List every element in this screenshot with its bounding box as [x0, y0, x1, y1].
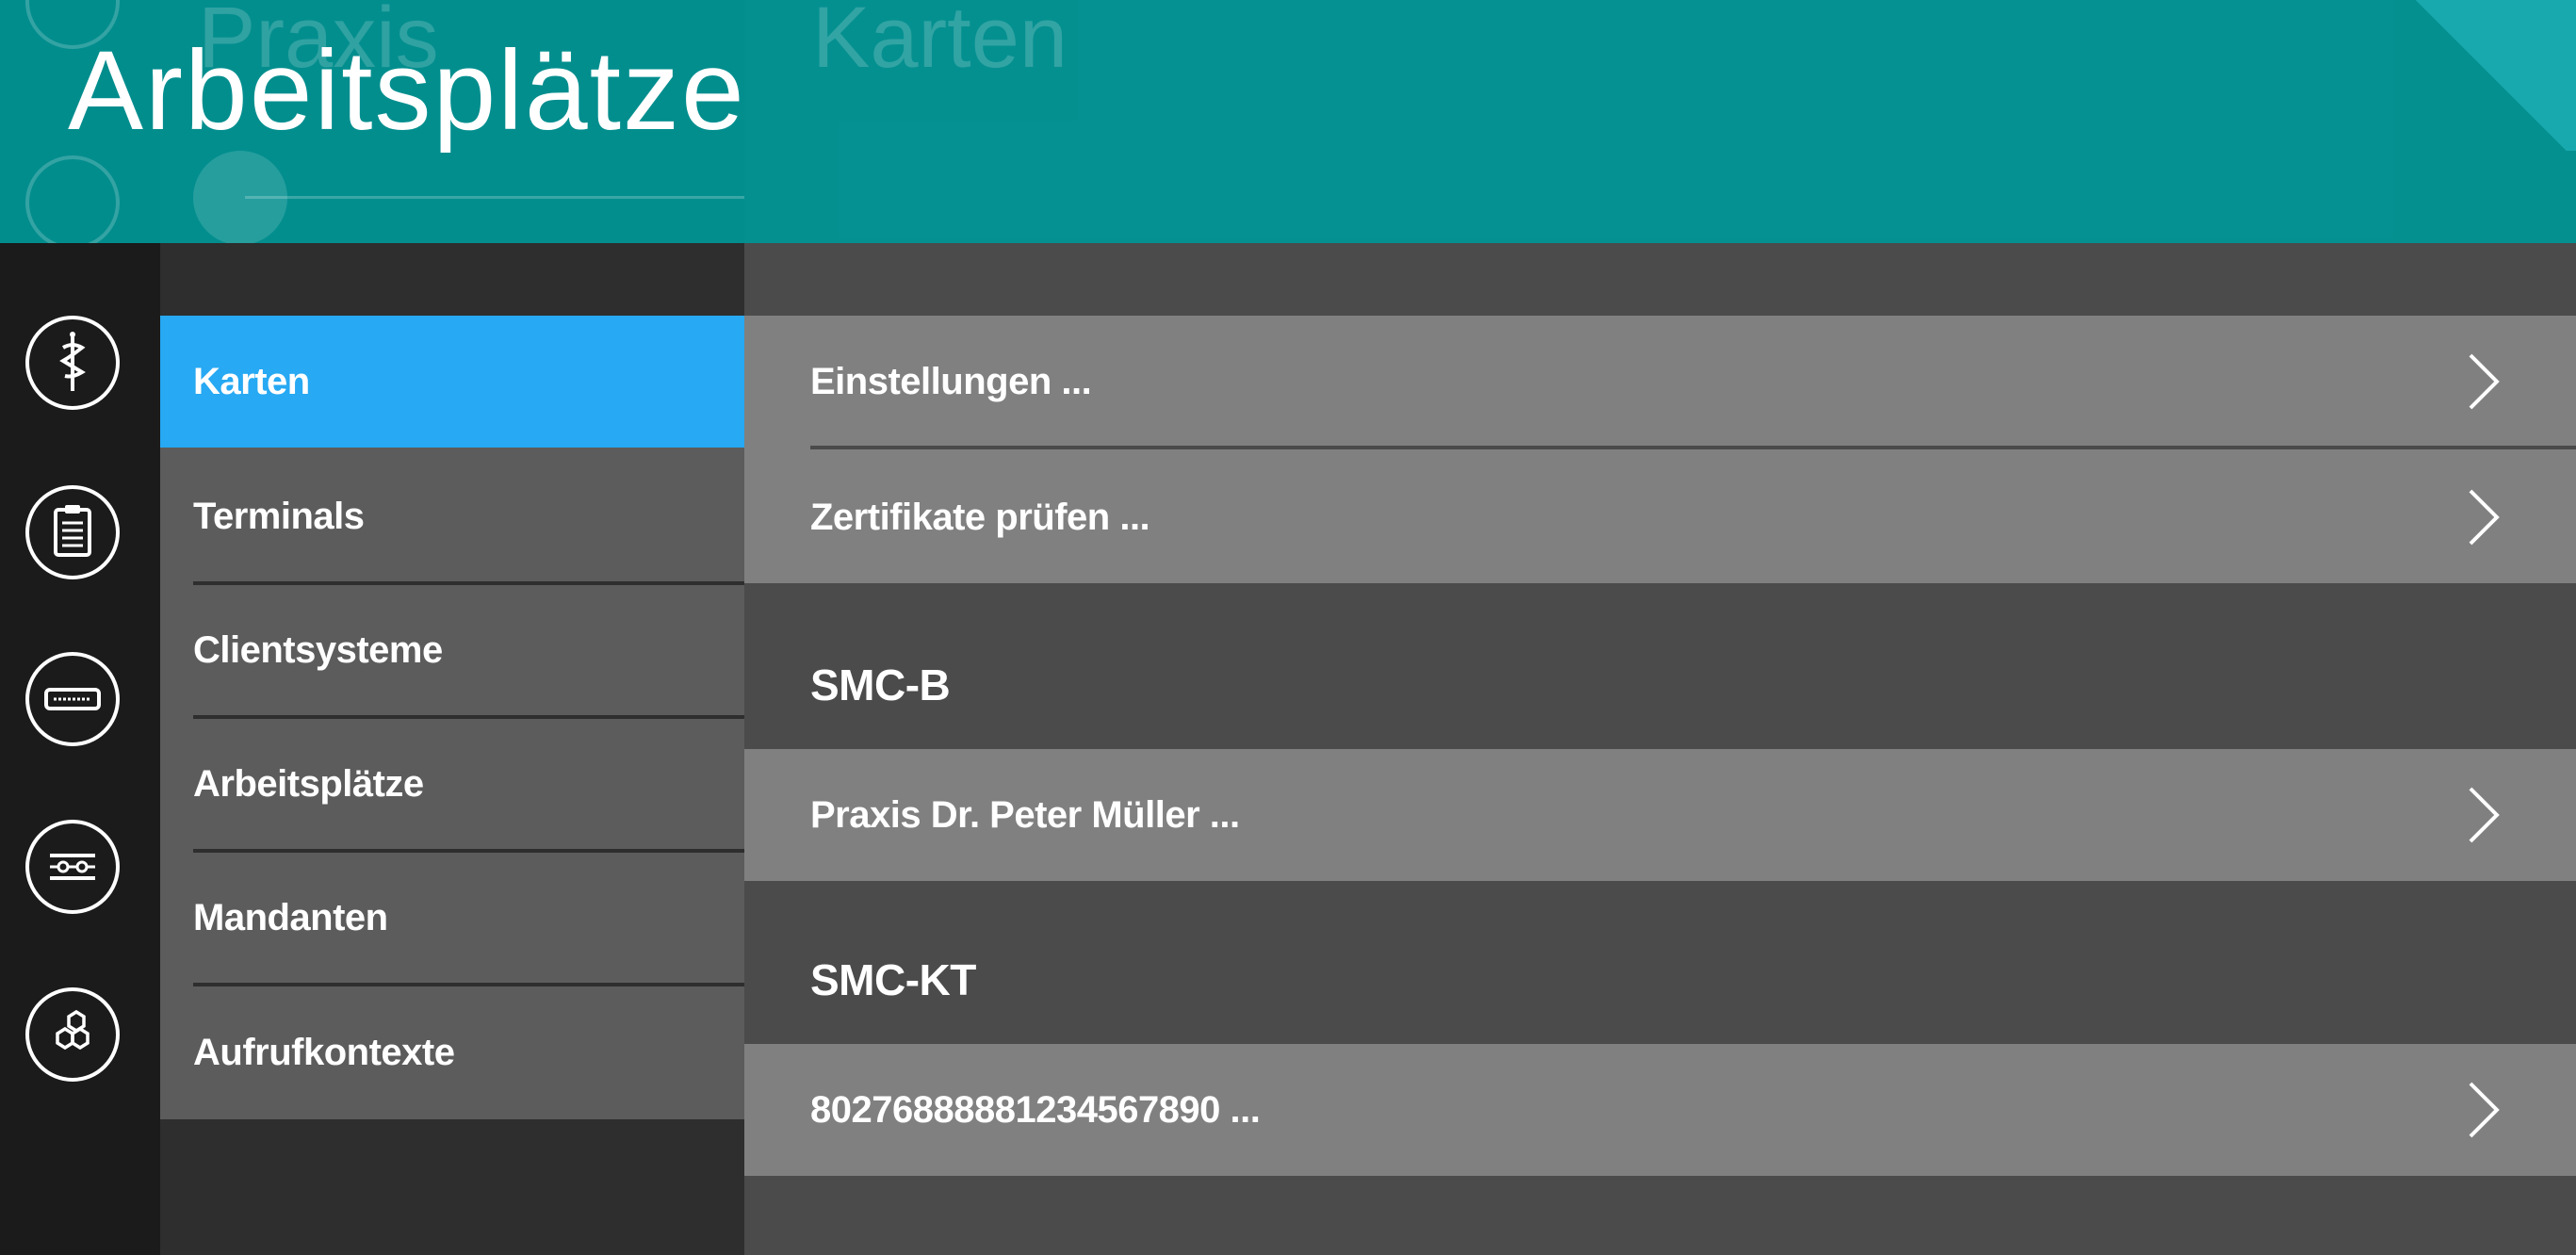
subnav-item-karten[interactable]: Karten [160, 316, 744, 448]
section-title-smckt: SMC-KT [810, 955, 976, 1004]
breadcrumb-karten: Karten [812, 0, 1068, 86]
chevron-right-icon [2469, 353, 2500, 410]
clipboard-icon[interactable] [25, 485, 120, 579]
breadcrumb-line [245, 196, 744, 199]
subnav-item-label: Clientsysteme [193, 629, 443, 671]
chevron-right-icon [2469, 787, 2500, 843]
settings-row[interactable]: Einstellungen ... [744, 316, 2576, 448]
subnav-item-mandanten[interactable]: Mandanten [160, 853, 744, 986]
subnav-item-label: Aufrufkontexte [193, 1032, 455, 1073]
subnav-item-label: Karten [193, 361, 310, 402]
smcb-card-label: Praxis Dr. Peter Müller ... [810, 794, 1240, 836]
settings-label: Einstellungen ... [810, 361, 1092, 402]
network-icon [25, 155, 120, 243]
row-divider [810, 446, 2576, 449]
settings-sliders-icon[interactable] [25, 820, 120, 914]
subnav-item-label: Terminals [193, 496, 365, 537]
chevron-right-icon [2469, 489, 2500, 546]
network-nodes-icon[interactable] [25, 987, 120, 1082]
subnav-item-arbeitsplaetze[interactable]: Arbeitsplätze [160, 719, 744, 853]
title-banner: Praxis Karten Arbeitsplätze [0, 0, 2576, 243]
subnav-item-label: Mandanten [193, 897, 388, 938]
subnav-item-terminals[interactable]: Terminals [160, 451, 744, 585]
terminal-device-icon[interactable] [25, 652, 120, 746]
subnav-item-clientsysteme[interactable]: Clientsysteme [160, 585, 744, 719]
smckt-card-label: 80276888881234567890 ... [810, 1089, 1261, 1131]
subnav-item-aufrufkontexte[interactable]: Aufrufkontexte [160, 986, 744, 1119]
smckt-card-row[interactable]: 80276888881234567890 ... [744, 1044, 2576, 1176]
chevron-right-icon [2469, 1082, 2500, 1138]
check-certificates-row[interactable]: Zertifikate prüfen ... [744, 451, 2576, 583]
caduceus-icon[interactable] [25, 316, 120, 410]
check-certificates-label: Zertifikate prüfen ... [810, 497, 1150, 538]
subnav-item-label: Arbeitsplätze [193, 763, 424, 805]
smcb-card-row[interactable]: Praxis Dr. Peter Müller ... [744, 749, 2576, 881]
corner-decoration [2406, 0, 2576, 151]
page-title: Arbeitsplätze [68, 27, 746, 154]
subnav-list: Karten Terminals Clientsysteme Arbeitspl… [160, 316, 744, 1119]
section-title-smcb: SMC-B [810, 660, 951, 709]
